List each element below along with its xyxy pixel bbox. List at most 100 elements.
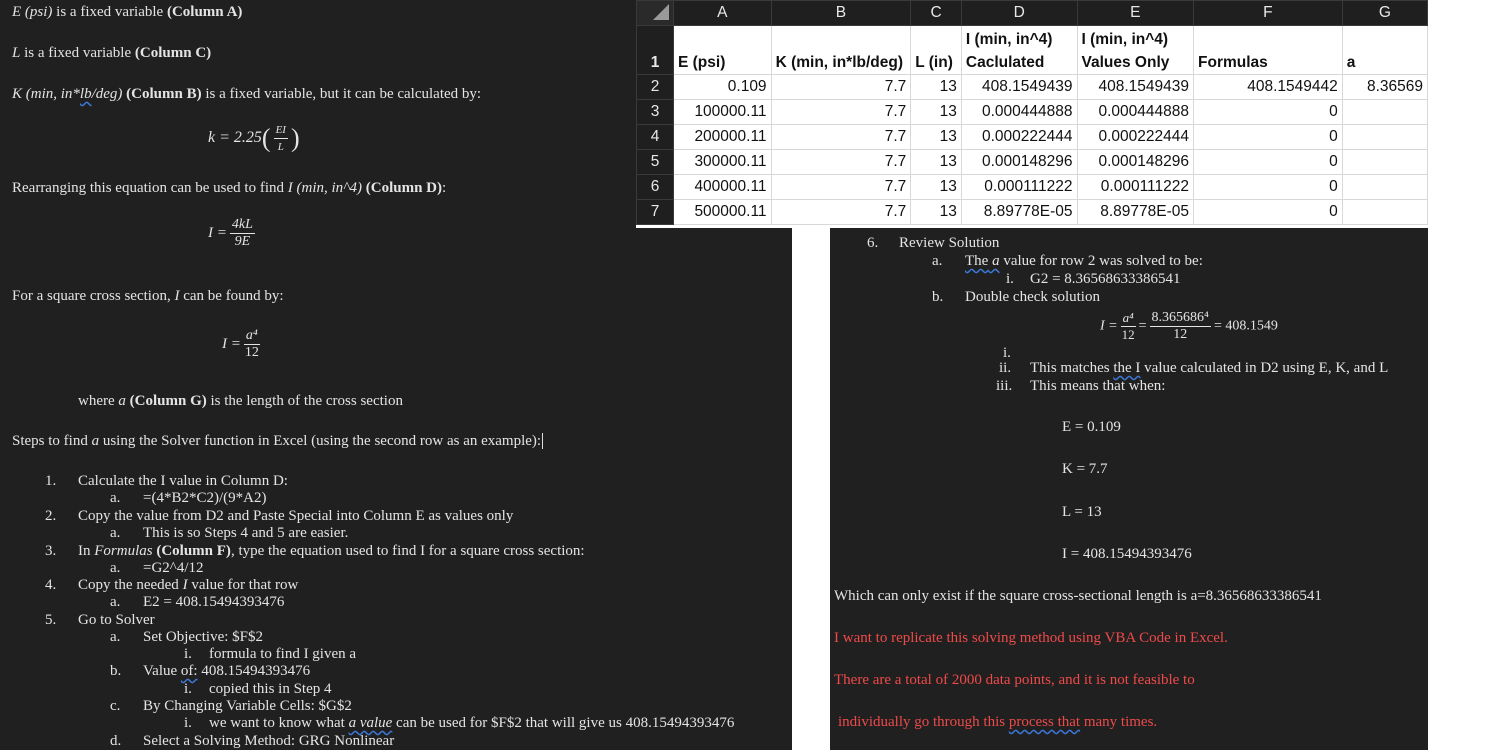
step-5b-num: b. [110, 663, 122, 679]
cell-b1[interactable]: K (min, in*lb/deg) [770, 25, 912, 75]
line-e-psi: E (psi) is a fixed variable (Column A) [12, 4, 242, 21]
row-header-7[interactable]: 7 [636, 199, 674, 225]
line-rearranging: Rearranging this equation can be used to… [12, 180, 446, 197]
cell-g3[interactable] [1341, 99, 1429, 125]
line-l: L is a fixed variable (Column C) [12, 45, 211, 62]
cell-g4[interactable] [1341, 124, 1429, 150]
col-header-g[interactable]: G [1341, 0, 1429, 26]
col-header-b[interactable]: B [770, 0, 912, 26]
value-k: K = 7.7 [1062, 461, 1108, 477]
step-1-num: 1. [45, 473, 57, 489]
eq-k-den: L [277, 141, 284, 153]
cell-c2[interactable]: 13 [910, 74, 962, 100]
eq-sq-lhs: I = [222, 335, 241, 352]
l-text: is a fixed variable [20, 45, 135, 61]
cell-f2[interactable]: 408.1549442 [1193, 74, 1343, 100]
step-5d-num: d. [110, 733, 122, 749]
red-note-3: individually go through this process tha… [838, 714, 1157, 731]
cell-g5[interactable] [1341, 149, 1429, 175]
cell-a6[interactable]: 400000.11 [673, 174, 772, 200]
right-document-pane[interactable]: 6. Review Solution a. The a value for ro… [830, 228, 1428, 750]
step-6biii-text: This means that when: [1030, 378, 1166, 394]
steps-text2: using the Solver function in Excel (usin… [99, 433, 542, 449]
cell-e5[interactable]: 0.000148296 [1076, 149, 1195, 175]
cell-g2[interactable]: 8.36569 [1341, 74, 1429, 100]
step-5-num: 5. [45, 612, 57, 628]
cell-e2[interactable]: 408.1549439 [1076, 74, 1195, 100]
col-header-c[interactable]: C [910, 0, 962, 26]
cell-d6[interactable]: 0.000111222 [960, 174, 1078, 200]
cell-c4[interactable]: 13 [910, 124, 962, 150]
select-all-corner[interactable] [636, 0, 674, 26]
cell-a7[interactable]: 500000.11 [673, 199, 772, 225]
cell-a3[interactable]: 100000.11 [673, 99, 772, 125]
step-1a-text: =(4*B2*C2)/(9*A2) [143, 490, 267, 506]
cell-f3[interactable]: 0 [1193, 99, 1343, 125]
step-3-formulas: Formulas [94, 543, 153, 559]
cell-g6[interactable] [1341, 174, 1429, 200]
cell-b6[interactable]: 7.7 [770, 174, 912, 200]
cell-d7[interactable]: 8.89778E-05 [960, 199, 1078, 225]
col-header-f[interactable]: F [1193, 0, 1343, 26]
step-4a-num: a. [110, 594, 121, 610]
red-note-3b: many times. [1080, 714, 1158, 730]
cell-f1[interactable]: Formulas [1193, 25, 1343, 75]
cell-c5[interactable]: 13 [910, 149, 962, 175]
cell-f7[interactable]: 0 [1193, 199, 1343, 225]
cell-f4[interactable]: 0 [1193, 124, 1343, 150]
cell-c1[interactable]: L (in) [910, 25, 962, 75]
col-header-e[interactable]: E [1076, 0, 1195, 26]
step-3a-num: a. [110, 560, 121, 576]
cell-c3[interactable]: 13 [910, 99, 962, 125]
cell-b2[interactable]: 7.7 [770, 74, 912, 100]
cell-b4[interactable]: 7.7 [770, 124, 912, 150]
step-1a-num: a. [110, 490, 121, 506]
cell-b3[interactable]: 7.7 [770, 99, 912, 125]
cell-a2[interactable]: 0.109 [673, 74, 772, 100]
cell-a1[interactable]: E (psi) [673, 25, 772, 75]
row-header-1[interactable]: 1 [636, 25, 674, 75]
cell-d1[interactable]: I (min, in^4) Caclulated [960, 25, 1078, 75]
cell-g1[interactable]: a [1341, 25, 1429, 75]
col-header-a[interactable]: A [673, 0, 772, 26]
col-header-d[interactable]: D [960, 0, 1078, 26]
step-6a-text: The a value for row 2 was solved to be: [965, 253, 1203, 270]
e-psi-label: E (psi) [12, 4, 53, 20]
rearrange-colon: : [442, 180, 447, 196]
cell-d4[interactable]: 0.000222444 [960, 124, 1078, 150]
cell-b7[interactable]: 7.7 [770, 199, 912, 225]
row-header-4[interactable]: 4 [636, 124, 674, 150]
k-column: (Column B) [122, 86, 202, 102]
step-6bii-t2: value calculated in D2 using E, K, and L [1140, 360, 1389, 376]
cell-a5[interactable]: 300000.11 [673, 149, 772, 175]
row-header-6[interactable]: 6 [636, 174, 674, 200]
line-k: K (min, in*lb/deg) (Column B) is a fixed… [12, 86, 481, 103]
spreadsheet-grid[interactable]: A B C D E F G 1 E (psi) K (min, in*lb/de… [636, 0, 1429, 228]
step-4-text: Copy the needed I value for that row [78, 577, 298, 594]
table-row: 7 500000.11 7.7 13 8.89778E-05 8.89778E-05 0 [636, 199, 1429, 225]
step-3-column: (Column F) [152, 543, 231, 559]
square-text2: can be found by: [179, 288, 284, 304]
cell-a4[interactable]: 200000.11 [673, 124, 772, 150]
cell-f5[interactable]: 0 [1193, 149, 1343, 175]
row-header-2[interactable]: 2 [636, 74, 674, 100]
step-6ai-num: i. [1006, 271, 1014, 287]
cell-b5[interactable]: 7.7 [770, 149, 912, 175]
cell-c6[interactable]: 13 [910, 174, 962, 200]
step-4-num: 4. [45, 577, 57, 593]
cell-d3[interactable]: 0.000444888 [960, 99, 1078, 125]
cell-d5[interactable]: 0.000148296 [960, 149, 1078, 175]
cell-f6[interactable]: 0 [1193, 174, 1343, 200]
row-header-3[interactable]: 3 [636, 99, 674, 125]
step-6-text: Review Solution [899, 235, 1000, 251]
cell-e1[interactable]: I (min, in^4) Values Only [1076, 25, 1195, 75]
cell-d2[interactable]: 408.1549439 [960, 74, 1078, 100]
cell-g7[interactable] [1341, 199, 1429, 225]
cell-e4[interactable]: 0.000222444 [1076, 124, 1195, 150]
row-header-5[interactable]: 5 [636, 149, 674, 175]
cell-e3[interactable]: 0.000444888 [1076, 99, 1195, 125]
cell-e6[interactable]: 0.000111222 [1076, 174, 1195, 200]
cell-e7[interactable]: 8.89778E-05 [1076, 199, 1195, 225]
step-2-text: Copy the value from D2 and Paste Special… [78, 508, 514, 524]
cell-c7[interactable]: 13 [910, 199, 962, 225]
